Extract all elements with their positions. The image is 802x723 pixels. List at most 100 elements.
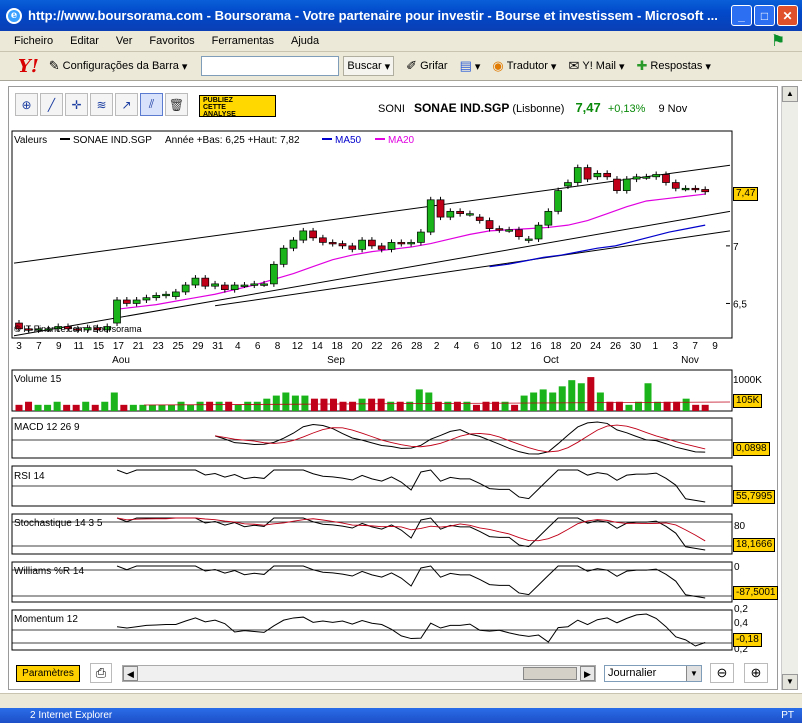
- volume-bar: [368, 398, 376, 411]
- x-tick-label: 11: [73, 341, 84, 352]
- candle: [250, 283, 259, 286]
- candle: [485, 220, 494, 229]
- volume-bar: [120, 404, 128, 411]
- momentum-label: Momentum 12: [14, 614, 78, 625]
- volume-bar: [101, 401, 109, 411]
- volume-tick: 1000K: [733, 375, 762, 386]
- taskbar-item[interactable]: 2 Internet Explorer: [30, 710, 112, 721]
- scroll-down-icon[interactable]: ▼: [782, 674, 798, 690]
- volume-bar: [291, 395, 299, 411]
- scroll-thumb[interactable]: [523, 667, 577, 680]
- time-scrollbar[interactable]: ◀ ▶: [122, 665, 596, 682]
- x-tick-label: 30: [630, 341, 642, 352]
- volume-bar: [377, 398, 385, 411]
- x-tick-label: 3: [16, 341, 22, 352]
- candle: [348, 245, 357, 250]
- volume-bar: [330, 398, 338, 411]
- volume-bar: [110, 392, 118, 411]
- volume-bar: [654, 401, 662, 411]
- volume-bar: [177, 401, 185, 411]
- volume-bar: [692, 404, 700, 411]
- candle: [397, 242, 406, 245]
- stoch-panel-frame: [11, 513, 733, 555]
- volume-bar: [310, 398, 318, 411]
- legend-instrument: SONAE IND.SGP: [73, 135, 152, 146]
- period-select[interactable]: Journalier ▼: [604, 665, 702, 682]
- stoch-value-label: 18,1666: [733, 538, 776, 552]
- rsi-label: RSI 14: [14, 471, 45, 482]
- macd-value-label: 0,0898: [733, 442, 770, 456]
- volume-bar: [158, 404, 166, 411]
- x-tick-label: 24: [590, 341, 602, 352]
- x-tick-label: 17: [113, 341, 125, 352]
- volume-bar: [349, 401, 357, 411]
- scroll-left-icon[interactable]: ◀: [123, 666, 138, 681]
- volume-value-label: 105K: [733, 394, 763, 408]
- x-tick-label: 14: [312, 341, 324, 352]
- stoch-label: Stochastique 14 3 5: [14, 518, 103, 529]
- volume-bar: [25, 401, 33, 411]
- volume-bar: [320, 398, 328, 411]
- scroll-up-icon[interactable]: ▲: [782, 86, 798, 102]
- scroll-right-icon[interactable]: ▶: [580, 666, 595, 681]
- volume-bar: [577, 383, 585, 411]
- page-scrollbar[interactable]: ▲ ▼: [781, 86, 798, 690]
- candle: [613, 178, 621, 191]
- volume-bar: [634, 401, 642, 411]
- x-tick-label: 20: [570, 341, 582, 352]
- williams-tick: 0: [734, 562, 740, 573]
- candle: [417, 231, 425, 243]
- params-button[interactable]: Paramètres: [16, 665, 80, 682]
- volume-bar: [663, 401, 671, 411]
- x-tick-label: 1: [653, 341, 659, 352]
- candle: [475, 216, 484, 221]
- volume-bar: [558, 386, 566, 411]
- legend-valeurs: Valeurs: [14, 135, 47, 146]
- x-tick-label: 8: [275, 341, 281, 352]
- candle: [191, 277, 200, 286]
- price-tick-label: 7: [733, 242, 739, 253]
- volume-bar: [358, 398, 366, 411]
- volume-bar: [15, 404, 23, 411]
- x-tick-label: 26: [391, 341, 403, 352]
- x-tick-label: 7: [692, 341, 698, 352]
- volume-bar: [339, 401, 347, 411]
- chart-bottom-bar: Paramètres ⎙ ◀ ▶ Journalier ▼ ⊖ ⊕: [14, 663, 774, 685]
- zoom-in-icon[interactable]: ⊕: [744, 663, 768, 683]
- volume-bar: [673, 401, 681, 411]
- candle: [573, 167, 582, 183]
- volume-bar: [415, 389, 423, 411]
- x-tick-label: 4: [454, 341, 460, 352]
- volume-bar: [206, 401, 214, 411]
- ma20-line: [116, 193, 706, 310]
- candle: [319, 237, 327, 243]
- candle: [289, 239, 298, 249]
- volume-bar: [511, 404, 519, 411]
- volume-bar: [215, 401, 223, 411]
- x-tick-label: 16: [530, 341, 542, 352]
- x-tick-label: 15: [93, 341, 105, 352]
- legend-range: Année +Bas: 6,25 +Haut: 7,82: [165, 135, 300, 146]
- volume-bar: [701, 404, 709, 411]
- month-label: Nov: [681, 355, 699, 366]
- volume-bar: [301, 395, 309, 411]
- rsi-value-label: 55,7995: [733, 490, 776, 504]
- candle: [152, 295, 161, 299]
- volume-label: Volume 15: [14, 374, 62, 385]
- candle: [299, 230, 308, 241]
- printer-icon[interactable]: ⎙: [90, 663, 112, 683]
- candle: [309, 230, 317, 239]
- volume-bar: [396, 401, 404, 411]
- candle: [495, 228, 504, 231]
- stoch-tick: 80: [734, 521, 746, 532]
- candle: [691, 187, 700, 191]
- macd-line: [214, 421, 706, 455]
- x-tick-label: 28: [411, 341, 423, 352]
- zoom-out-icon[interactable]: ⊖: [710, 663, 734, 683]
- momentum-tick-mid: 0,2: [734, 604, 748, 615]
- volume-bar: [44, 404, 52, 411]
- volume-bar: [530, 392, 538, 411]
- x-tick-label: 12: [292, 341, 304, 352]
- taskbar: 2 Internet Explorer PT: [0, 708, 802, 723]
- x-tick-label: 9: [56, 341, 62, 352]
